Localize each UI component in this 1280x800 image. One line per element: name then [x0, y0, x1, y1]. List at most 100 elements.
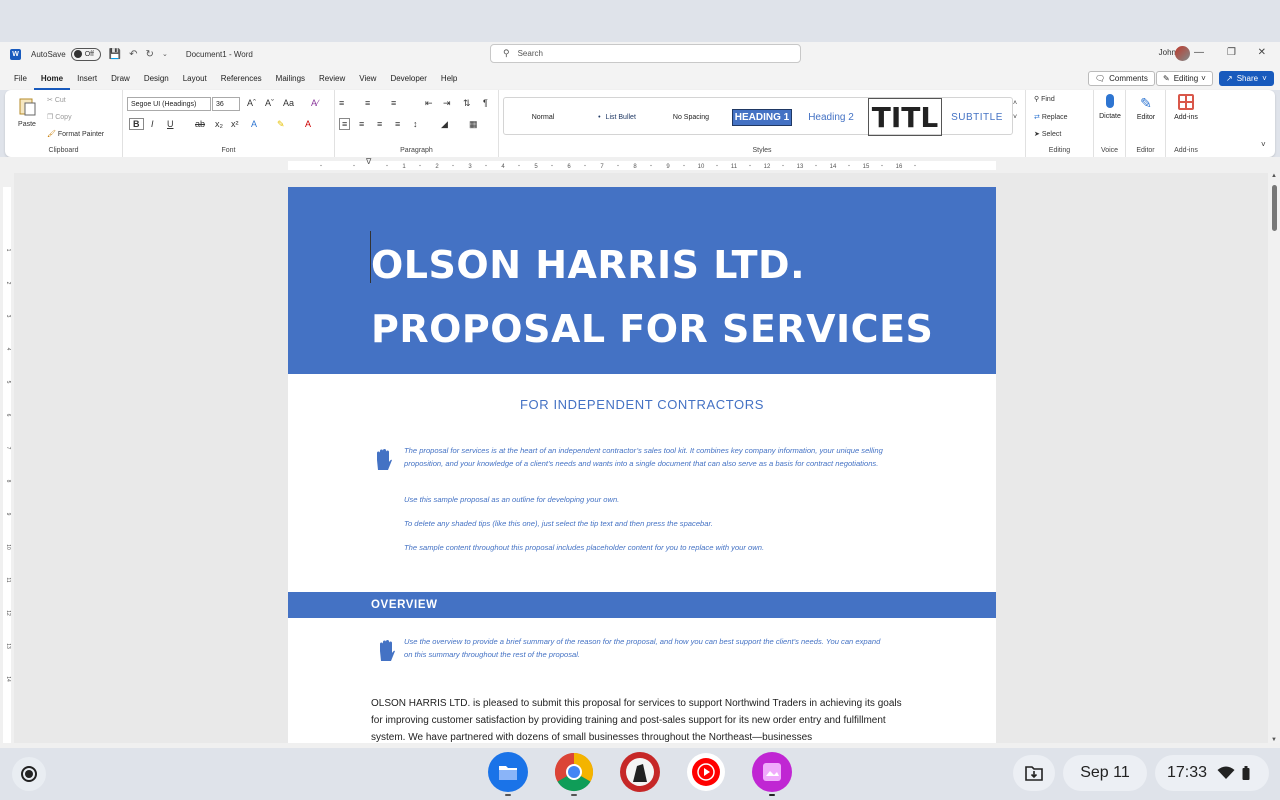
tip-paragraph[interactable]: To delete any shaded tips (like this one… — [404, 518, 884, 531]
addins-button[interactable]: Add-ins — [1166, 94, 1206, 121]
document-subtitle[interactable]: FOR INDEPENDENT CONTRACTORS — [288, 397, 996, 412]
close-icon[interactable]: ✕ — [1258, 47, 1266, 58]
numbering-icon[interactable]: ≡ — [365, 98, 370, 108]
tab-review[interactable]: Review — [312, 66, 352, 90]
style-heading-2[interactable]: Heading 2 — [798, 98, 864, 136]
files-app-icon[interactable] — [488, 752, 528, 796]
game-app-icon[interactable] — [620, 752, 660, 792]
grow-font-icon[interactable]: Aˆ — [247, 98, 256, 108]
replace-button[interactable]: ⇄ Replace — [1034, 113, 1068, 121]
tab-design[interactable]: Design — [137, 66, 176, 90]
style-title[interactable]: TITL — [868, 98, 942, 136]
highlight-icon[interactable]: ✎ — [277, 119, 285, 130]
tab-file[interactable]: File — [7, 66, 34, 90]
find-button[interactable]: ⚲ Find — [1034, 95, 1055, 103]
date-tray[interactable]: Sep 11 — [1063, 755, 1147, 791]
line-spacing-icon[interactable]: ↕ — [413, 119, 418, 129]
clear-formatting-icon[interactable]: A∕ — [311, 98, 319, 108]
redo-icon[interactable]: ↻ — [146, 49, 154, 60]
tab-mailings[interactable]: Mailings — [269, 66, 312, 90]
document-title-heading[interactable]: OLSON HARRIS LTD. PROPOSAL FOR SERVICES — [371, 233, 933, 361]
font-size-select[interactable]: 36 — [212, 97, 240, 111]
subscript-icon[interactable]: x₂ — [215, 119, 223, 129]
multilevel-list-icon[interactable]: ≡ — [391, 98, 396, 108]
autosave-toggle[interactable]: Off — [70, 47, 101, 61]
borders-icon[interactable]: ▦ — [469, 119, 478, 130]
tote-button[interactable] — [1013, 755, 1055, 791]
youtube-music-app-icon[interactable] — [686, 752, 726, 792]
paste-button[interactable]: Paste — [13, 96, 41, 128]
select-button[interactable]: ➤ Select — [1034, 130, 1061, 138]
decrease-indent-icon[interactable]: ⇤ — [425, 98, 433, 109]
indent-marker-icon[interactable]: ∇ — [366, 157, 371, 166]
align-left-icon[interactable]: ≡ — [339, 118, 351, 130]
style-normal[interactable]: Normal — [508, 98, 578, 136]
user-name[interactable]: John — [1159, 48, 1176, 57]
overview-tip[interactable]: Use the overview to provide a brief summ… — [404, 636, 884, 662]
status-tray[interactable]: 17:33 — [1155, 755, 1269, 791]
avatar[interactable] — [1175, 46, 1190, 61]
change-case-icon[interactable]: Aa — [283, 98, 294, 108]
body-paragraph[interactable]: OLSON HARRIS LTD. is pleased to submit t… — [371, 696, 911, 743]
document-canvas[interactable]: OLSON HARRIS LTD. PROPOSAL FOR SERVICES … — [14, 173, 1268, 743]
tab-insert[interactable]: Insert — [70, 66, 104, 90]
minimize-icon[interactable]: — — [1194, 47, 1204, 58]
scroll-thumb[interactable] — [1272, 185, 1277, 231]
style-no-spacing[interactable]: No Spacing — [656, 98, 726, 136]
share-button[interactable]: ↗ Share ˅ — [1219, 71, 1274, 86]
tab-references[interactable]: References — [214, 66, 269, 90]
editing-mode-button[interactable]: ✎ Editing ˅ — [1156, 71, 1213, 86]
style-subtitle[interactable]: SUBTITLE — [944, 98, 1010, 136]
increase-indent-icon[interactable]: ⇥ — [443, 98, 451, 109]
styles-scroll-up-icon[interactable]: ˄ — [1013, 100, 1017, 107]
collapse-ribbon-icon[interactable]: ˅ — [1261, 140, 1266, 149]
tab-draw[interactable]: Draw — [104, 66, 137, 90]
tab-developer[interactable]: Developer — [383, 66, 433, 90]
comments-button[interactable]: 🗨 Comments — [1088, 71, 1155, 86]
tab-layout[interactable]: Layout — [176, 66, 214, 90]
undo-icon[interactable]: ↶ — [129, 49, 137, 60]
show-marks-icon[interactable]: ¶ — [483, 98, 488, 108]
tip-paragraph[interactable]: The proposal for services is at the hear… — [404, 445, 884, 471]
format-painter-button[interactable]: 🖌 Format Painter — [47, 130, 104, 138]
tab-help[interactable]: Help — [434, 66, 464, 90]
tab-view[interactable]: View — [352, 66, 383, 90]
tab-home[interactable]: Home — [33, 66, 71, 90]
search-box[interactable]: ⚲ Search — [490, 44, 801, 63]
document-page[interactable]: OLSON HARRIS LTD. PROPOSAL FOR SERVICES … — [288, 187, 996, 743]
justify-icon[interactable]: ≡ — [395, 119, 400, 129]
cut-button[interactable]: ✂ Cut — [47, 96, 66, 104]
customize-qat-icon[interactable]: ⌄ — [162, 50, 168, 58]
launcher-button[interactable] — [12, 757, 46, 791]
italic-icon[interactable]: I — [151, 119, 154, 129]
text-effects-icon[interactable]: A — [251, 119, 257, 129]
shrink-font-icon[interactable]: Aˇ — [265, 98, 274, 108]
section-heading[interactable]: OVERVIEW — [371, 599, 438, 611]
restore-icon[interactable]: ❐ — [1227, 47, 1236, 58]
superscript-icon[interactable]: x² — [231, 119, 239, 129]
vertical-scrollbar[interactable]: ▲ ▼ — [1268, 173, 1280, 743]
save-icon[interactable]: 💾 — [109, 49, 121, 60]
gallery-app-icon[interactable] — [752, 752, 792, 796]
bullets-icon[interactable]: ≡ — [339, 98, 344, 108]
bold-icon[interactable]: B — [129, 118, 144, 130]
dictate-button[interactable]: Dictate — [1094, 94, 1126, 120]
align-center-icon[interactable]: ≡ — [359, 119, 364, 129]
style-list-bullet[interactable]: • List Bullet — [582, 98, 652, 136]
sort-icon[interactable]: ⇅ — [463, 98, 471, 109]
vruler-scale[interactable]: 1 2 3 4 5 6 7 8 9 10 11 12 13 14 — [3, 187, 11, 743]
align-right-icon[interactable]: ≡ — [377, 119, 382, 129]
copy-button[interactable]: ❐ Copy — [47, 113, 72, 121]
tip-paragraph[interactable]: The sample content throughout this propo… — [404, 542, 884, 555]
strikethrough-icon[interactable]: ab — [195, 119, 205, 129]
scroll-up-icon[interactable]: ▲ — [1271, 173, 1277, 179]
editor-button[interactable]: ✎ Editor — [1126, 94, 1166, 121]
styles-scroll-down-icon[interactable]: ˅ — [1013, 114, 1017, 121]
font-color-icon[interactable]: A — [305, 119, 311, 129]
underline-icon[interactable]: U — [167, 119, 174, 129]
shading-icon[interactable]: ◢ — [441, 119, 448, 130]
chrome-app-icon[interactable] — [554, 752, 594, 796]
tip-paragraph[interactable]: Use this sample proposal as an outline f… — [404, 494, 884, 507]
font-family-select[interactable]: Segoe UI (Headings) — [127, 97, 211, 111]
ruler-scale[interactable]: 1 2 3 4 5 6 7 8 9 10 11 12 13 14 15 16 — [288, 161, 996, 170]
